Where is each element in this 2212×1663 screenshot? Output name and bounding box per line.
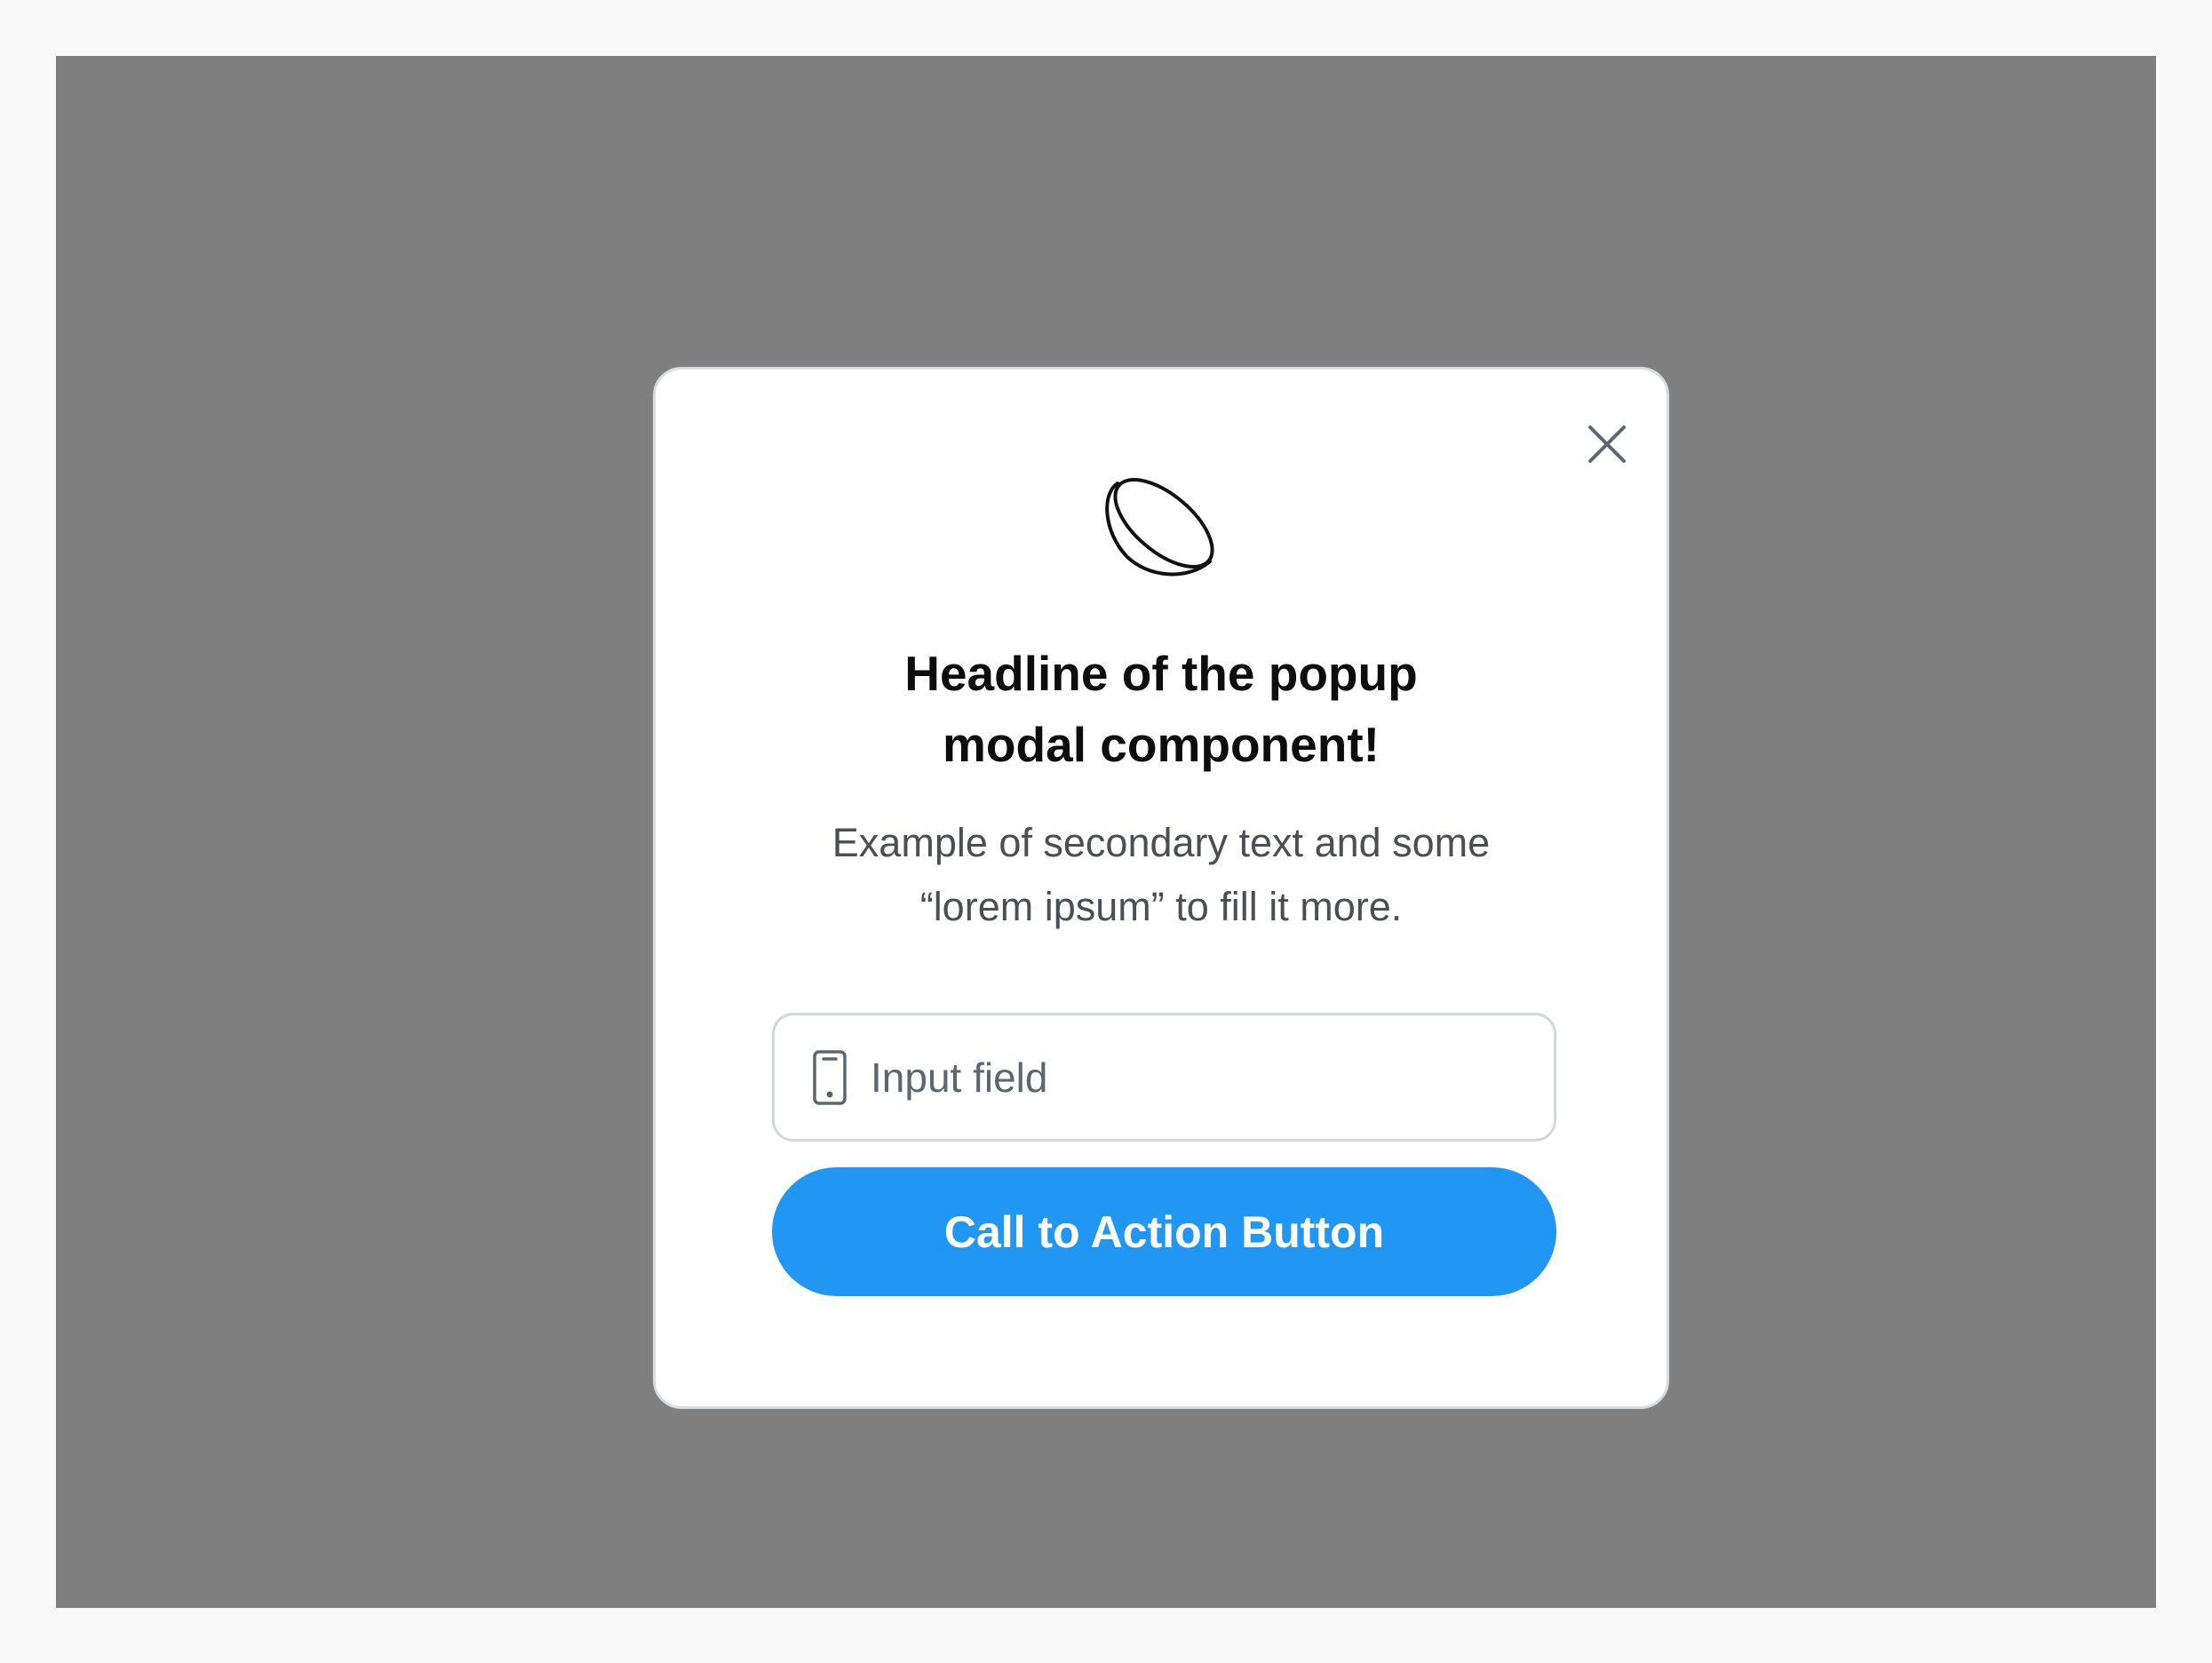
- close-icon: [1588, 426, 1626, 463]
- modal-backdrop[interactable]: Headline of the popup modal component! E…: [56, 56, 2156, 1608]
- input-field[interactable]: [772, 1013, 1556, 1142]
- secondary-text-line-2: “lorem ipsum” to fill it more.: [919, 884, 1403, 929]
- popup-modal: Headline of the popup modal component! E…: [653, 367, 1669, 1409]
- input-field-text[interactable]: [871, 1053, 1528, 1102]
- modal-headline: Headline of the popup modal component!: [656, 638, 1667, 780]
- secondary-text-line-1: Example of secondary text and some: [831, 820, 1491, 865]
- headline-line-2: modal component!: [943, 717, 1380, 772]
- close-button[interactable]: [1573, 410, 1641, 478]
- call-to-action-button[interactable]: Call to Action Button: [772, 1167, 1556, 1296]
- headline-line-1: Headline of the popup: [904, 646, 1418, 701]
- lens-bowl-icon: [1098, 469, 1222, 581]
- secondary-text: Example of secondary text and some “lore…: [656, 811, 1667, 939]
- smartphone-icon: [812, 1049, 847, 1106]
